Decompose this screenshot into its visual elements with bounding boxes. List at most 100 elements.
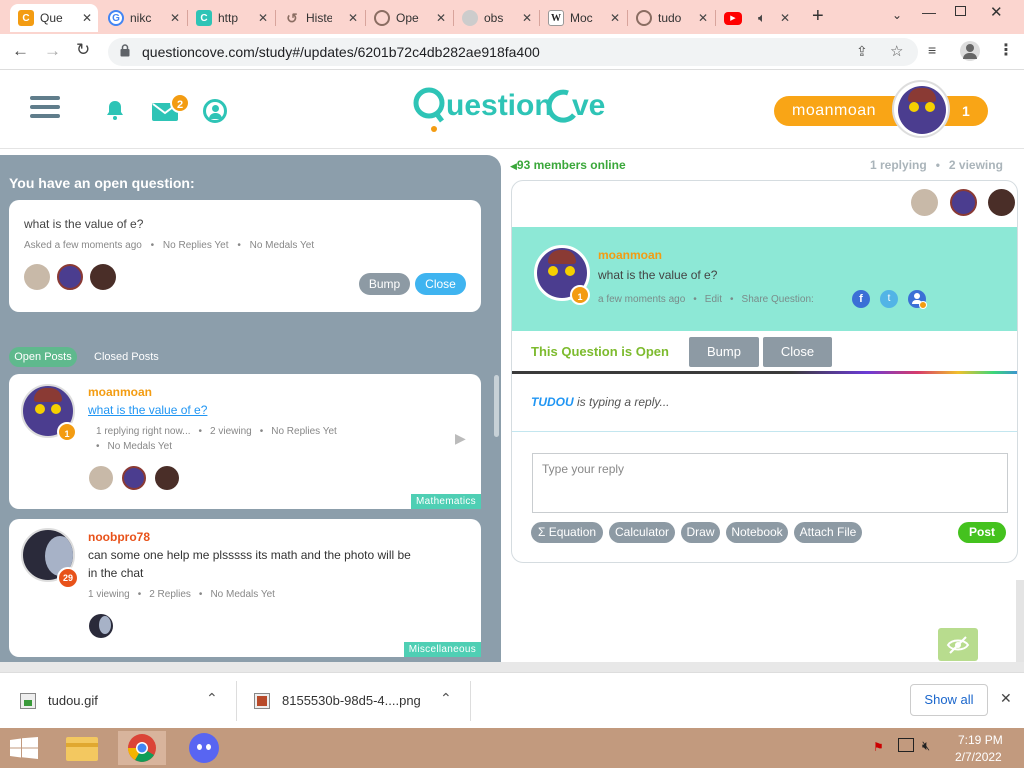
divider [470,681,471,721]
facebook-icon[interactable]: f [852,290,870,308]
vertical-scrollbar[interactable] [1016,580,1024,662]
wikipedia-icon: W [548,10,564,26]
profile-icon[interactable] [960,41,980,61]
share-icon[interactable]: ⇪ [856,43,868,60]
globe-icon [374,10,390,26]
back-icon[interactable]: ← [12,41,29,61]
reply-input[interactable]: Type your reply [532,453,1008,513]
avatar[interactable] [892,80,950,138]
close-icon[interactable]: ✕ [1000,690,1012,707]
close-tab-icon[interactable]: ✕ [258,11,268,25]
notebook-button[interactable]: Notebook [726,522,788,543]
question-text: what is the value of e? [598,268,718,282]
close-tab-icon[interactable]: ✕ [780,11,790,25]
twitter-icon[interactable]: t [880,290,898,308]
tab-tudou[interactable]: tudo ✕ [628,4,714,32]
subject-tag[interactable]: Mathematics [411,494,481,509]
url-text: questioncove.com/study#/updates/6201b72c… [142,44,540,60]
volume-muted-icon[interactable]: 🔇︎ [922,738,930,754]
file-png-icon [254,693,270,709]
download-item[interactable]: 8155530b-98d5-4....png [282,693,421,708]
question-username[interactable]: moanmoan [598,248,662,262]
close-tab-icon[interactable]: ✕ [436,11,446,25]
show-all-button[interactable]: Show all [910,684,988,716]
tab-google[interactable]: G nikc ✕ [100,4,186,32]
discord-icon[interactable] [180,731,228,765]
post-card[interactable]: 29 noobpro78 can some one help me plssss… [9,519,481,657]
tab-wikipedia[interactable]: W Moc ✕ [540,4,626,32]
action-center-flag-icon[interactable]: ⚑ [873,740,884,754]
scrollbar-thumb[interactable] [494,375,499,437]
close-button[interactable]: Close [415,273,466,295]
open-question-card[interactable]: what is the value of e? Asked a few mome… [9,200,481,312]
clock-date[interactable]: 2/7/2022 [955,750,1002,764]
speaker-icon[interactable]: 🔈︎ [758,10,766,26]
play-arrow-icon[interactable]: ▶ [455,430,466,447]
close-tab-icon[interactable]: ✕ [698,11,708,25]
url-field[interactable]: questioncove.com/study#/updates/6201b72c… [108,38,918,66]
hide-eye-icon[interactable] [938,628,978,661]
more-menu-icon[interactable]: ⋮ [998,40,1014,60]
network-icon[interactable] [898,738,914,752]
attach-file-button[interactable]: Attach File [794,522,862,543]
members-online: ◀93 members online [510,158,626,172]
tab-questioncove[interactable]: C Que ✕ [10,4,98,32]
new-tab-icon[interactable]: + [812,5,824,28]
minimize-icon[interactable]: — [922,4,936,20]
horizontal-scrollbar[interactable] [0,662,1024,672]
bump-button[interactable]: Bump [689,337,759,367]
avatar [24,264,50,290]
add-user-icon[interactable] [908,290,927,309]
close-window-icon[interactable]: ✕ [990,3,1003,21]
close-tab-icon[interactable]: ✕ [170,11,180,25]
post-question-text[interactable]: in the chat [88,566,143,580]
close-tab-icon[interactable]: ✕ [82,11,92,25]
notifications-bell-icon[interactable] [104,99,126,124]
tab-history[interactable]: ↺ Histe ✕ [276,4,364,32]
open-question-text: what is the value of e? [24,217,144,231]
post-question-link[interactable]: what is the value of e? [88,403,207,417]
edit-link[interactable]: Edit [705,294,722,305]
chevron-up-icon[interactable]: ⌃ [206,690,218,707]
close-button[interactable]: Close [763,337,832,367]
tab-obs[interactable]: obs ✕ [454,4,538,32]
post-card[interactable]: 1 moanmoan what is the value of e? 1 rep… [9,374,481,509]
bookmark-star-icon[interactable]: ☆ [890,42,903,60]
post-question-text[interactable]: can some one help me plsssss its math an… [88,548,411,562]
equation-button[interactable]: Σ Equation [531,522,603,543]
tab-youtube[interactable]: ▶ 🔈︎ ✕ [716,4,796,32]
user-pill[interactable]: moanmoan 1 [774,96,988,126]
post-button[interactable]: Post [958,522,1006,543]
chevron-down-icon[interactable]: ⌄ [892,8,902,22]
hamburger-menu-icon[interactable] [30,96,60,118]
bump-button[interactable]: Bump [359,273,410,295]
post-username[interactable]: noobpro78 [88,530,150,544]
forward-icon[interactable]: → [44,41,61,61]
media-queue-icon[interactable]: ≡ [928,42,936,58]
windows-start-icon[interactable] [10,737,38,762]
chrome-icon[interactable] [118,731,166,765]
reload-icon[interactable]: ↻ [76,40,90,60]
draw-button[interactable]: Draw [681,522,720,543]
file-explorer-icon[interactable] [58,731,106,765]
restore-icon[interactable] [955,6,966,16]
close-tab-icon[interactable]: ✕ [522,11,532,25]
tab-open[interactable]: Ope ✕ [366,4,452,32]
clock-time[interactable]: 7:19 PM [958,733,1003,747]
post-username[interactable]: moanmoan [88,385,152,399]
tab-closed-posts[interactable]: Closed Posts [94,351,159,363]
close-tab-icon[interactable]: ✕ [348,11,358,25]
chevron-up-icon[interactable]: ⌃ [440,690,452,707]
tab-open-posts[interactable]: Open Posts [9,347,77,367]
calculator-button[interactable]: Calculator [609,522,675,543]
youtube-icon: ▶ [724,11,742,25]
tab-link[interactable]: C http ✕ [188,4,274,32]
close-tab-icon[interactable]: ✕ [610,11,620,25]
subject-tag[interactable]: Miscellaneous [403,642,481,657]
avatar [122,466,146,490]
site-logo[interactable]: uestion ve [412,81,614,133]
profile-icon[interactable] [203,99,227,123]
globe-icon [462,10,478,26]
download-item[interactable]: tudou.gif [48,693,98,708]
mail-count-badge: 2 [170,93,190,113]
